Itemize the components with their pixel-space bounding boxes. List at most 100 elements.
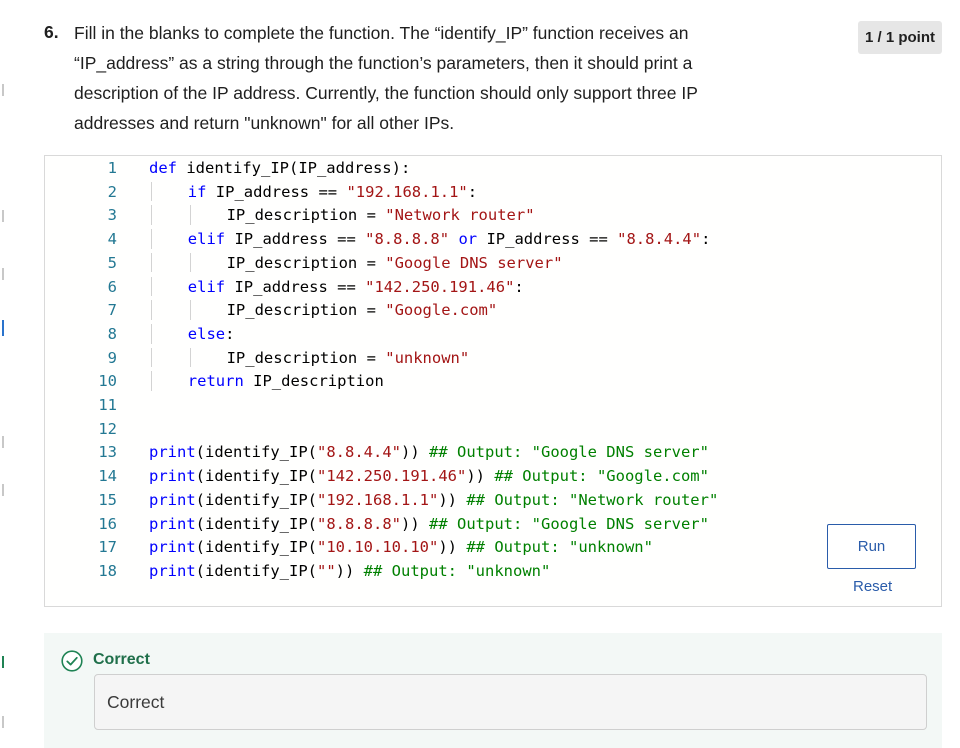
code-line: 4 elif IP_address == "8.8.8.8" or IP_addr… [45, 227, 935, 251]
code-token-str: "8.8.8.8" [365, 230, 450, 249]
edge-mark [2, 84, 4, 96]
code-text: print(identify_IP("")) ## Output: "unkno… [149, 559, 550, 583]
edge-mark-active [2, 320, 4, 336]
line-number: 5 [107, 253, 117, 272]
code-text: IP_description = "Google DNS server" [227, 251, 563, 275]
code-token-kw: print [149, 514, 196, 533]
code-token-str: "192.168.1.1" [317, 490, 439, 509]
code-line: 17 print(identify_IP("10.10.10.10")) ## O… [45, 535, 935, 559]
code-token-str: "10.10.10.10" [317, 538, 439, 557]
code-token-str: "Network router" [385, 206, 535, 225]
code-text: print(identify_IP("142.250.191.46")) ## … [149, 464, 709, 488]
code-line: 2 if IP_address == "192.168.1.1": [45, 180, 935, 204]
line-number: 10 [98, 372, 117, 391]
edge-mark [2, 716, 4, 728]
indent-guide [151, 276, 152, 297]
code-token-pl: : [701, 230, 711, 249]
code-text: def identify_IP(IP_address): [149, 156, 410, 180]
code-line: 11 [45, 393, 935, 417]
code-token-kw: return [187, 372, 244, 391]
code-token-pl: : [467, 182, 478, 201]
code-line: 3 IP_description = "Network router" [45, 203, 935, 227]
code-token-pl: IP_description = [226, 253, 386, 272]
code-text: elif IP_address == "8.8.8.8" or IP_addre… [188, 227, 711, 251]
code-editor[interactable]: 1 def identify_IP(IP_address): 2 if IP_addr… [44, 155, 942, 607]
code-line: 12 [45, 417, 935, 441]
indent-guide [151, 347, 152, 368]
code-token-kw: print [149, 538, 196, 557]
code-token-kw: elif [187, 230, 226, 249]
line-number: 3 [107, 206, 117, 225]
indent-guide [189, 300, 191, 320]
run-button[interactable]: Run [827, 524, 916, 569]
code-token-pl: : [225, 324, 235, 343]
code-token-pl: IP_address == [206, 182, 347, 201]
indent-guide [151, 252, 152, 273]
code-token-str: "" [317, 561, 336, 580]
code-line: 13 print(identify_IP("8.8.4.4")) ## Outpu… [45, 440, 935, 464]
left-edge-partial-panel [0, 0, 10, 748]
indent-guide [189, 205, 191, 226]
indent-guide [189, 252, 191, 273]
edge-mark [2, 436, 4, 448]
line-number: 12 [98, 419, 117, 438]
line-number: 17 [98, 538, 117, 557]
line-number: 13 [98, 443, 117, 462]
code-token-cm: ## Output: "unknown" [354, 561, 551, 580]
code-token-pl: (identify_IP( [195, 514, 317, 533]
code-token-pl: (identify_IP( [195, 443, 317, 462]
line-number: 14 [98, 467, 117, 486]
code-token-pl: )) [335, 561, 355, 580]
code-token-kw: or [458, 230, 478, 249]
code-line: 7 IP_description = "Google.com" [45, 298, 935, 322]
indent-guide [151, 371, 152, 391]
code-text: if IP_address == "192.168.1.1": [188, 180, 477, 204]
code-line: 14 print(identify_IP("142.250.191.46")) #… [45, 464, 935, 488]
code-token-str: "8.8.4.4" [317, 443, 401, 462]
code-line: 18 print(identify_IP("")) ## Output: "unk… [45, 559, 935, 583]
code-token-pl: IP_description = [226, 348, 386, 367]
code-text: print(identify_IP("192.168.1.1")) ## Out… [149, 488, 718, 512]
reset-link[interactable]: Reset [853, 578, 892, 595]
code-line: 15 print(identify_IP("192.168.1.1")) ## O… [45, 488, 935, 512]
code-token-pl: )) [401, 514, 420, 533]
code-token-cm: ## Output: "Network router" [457, 490, 719, 509]
code-token-pl: IP_description [243, 372, 384, 391]
code-line: 6 elif IP_address == "142.250.191.46": [45, 275, 935, 299]
code-text: print(identify_IP("8.8.8.8")) ## Output:… [149, 512, 709, 536]
code-token-pl: )) [401, 443, 420, 462]
edge-mark [2, 210, 4, 222]
code-token-kw: if [187, 182, 207, 201]
indent-guide [151, 229, 152, 249]
question-number: 6. [44, 22, 59, 42]
code-text: print(identify_IP("10.10.10.10")) ## Out… [149, 535, 653, 559]
code-token-pl: )) [438, 490, 457, 509]
line-number: 8 [107, 324, 117, 343]
line-number: 6 [107, 277, 117, 296]
code-line: 10 return IP_description [45, 369, 935, 393]
code-token-pl: (identify_IP( [195, 490, 317, 509]
code-token-pl: (identify_IP( [195, 538, 317, 557]
code-token-cm: ## Output: "unknown" [457, 538, 653, 557]
indent-guide [151, 300, 152, 320]
code-token-str: "Google.com" [385, 301, 498, 320]
feedback-message: Correct [94, 674, 927, 730]
code-line: 16 print(identify_IP("8.8.8.8")) ## Outpu… [45, 512, 935, 536]
code-token-pl: (identify_IP( [195, 467, 317, 486]
edge-mark [2, 484, 4, 496]
line-number: 1 [107, 159, 117, 177]
edge-mark [2, 268, 4, 280]
code-token-kw: else [187, 324, 226, 343]
code-token-str: "142.250.191.46" [365, 277, 515, 296]
code-token-str: "8.8.8.8" [317, 514, 401, 533]
line-number: 15 [98, 490, 117, 509]
indent-guide [151, 205, 152, 226]
line-number: 11 [98, 396, 117, 414]
code-token-cm: ## Output: "Google DNS server" [419, 443, 709, 462]
code-token-pl: )) [438, 538, 457, 557]
code-text: IP_description = "unknown" [227, 346, 470, 370]
code-token-str: "8.8.4.4" [617, 230, 702, 249]
code-token-pl: IP_address == [225, 277, 366, 296]
code-token-kw: print [149, 443, 196, 462]
code-line: 5 IP_description = "Google DNS server" [45, 251, 935, 275]
